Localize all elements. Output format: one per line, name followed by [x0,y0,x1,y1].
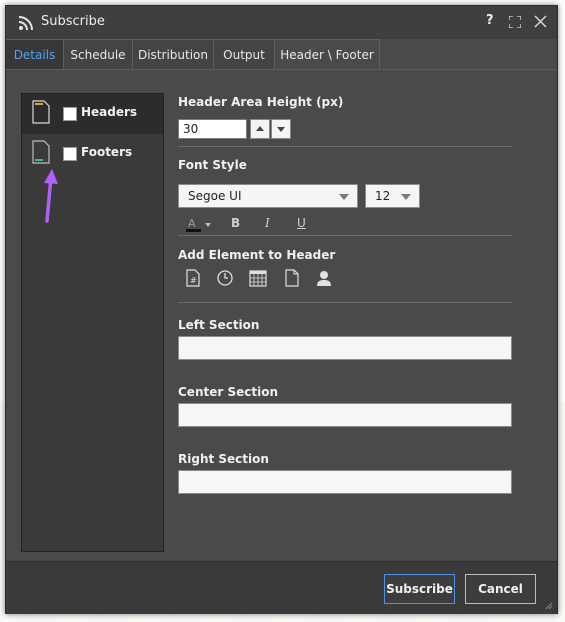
font-family-value: Segoe UI [188,189,242,203]
chevron-down-icon [339,194,349,200]
rss-icon [18,16,33,31]
left-section-label: Left Section [178,318,260,332]
footers-checkbox[interactable] [63,147,77,161]
footer-document-icon [32,140,50,164]
sidebar-item-headers[interactable]: Headers [22,94,163,134]
divider [178,302,512,303]
page-number-icon[interactable]: # [184,269,202,287]
cancel-button[interactable]: Cancel [465,574,536,604]
tab-bar: Details Schedule Distribution Output Hea… [6,39,557,70]
clock-icon[interactable] [216,269,234,287]
tab-details[interactable]: Details [6,39,64,69]
tab-header-footer[interactable]: Header \ Footer [275,39,380,69]
sidebar-item-label: Headers [81,105,138,119]
add-element-label: Add Element to Header [178,248,336,262]
font-family-select[interactable]: Segoe UI [178,184,358,208]
calendar-icon[interactable] [249,269,267,287]
maximize-icon[interactable] [509,16,521,28]
page-icon[interactable] [283,269,301,287]
title-bar: Subscribe ? [6,6,557,39]
bold-button[interactable]: B [231,216,240,230]
font-style-label: Font Style [178,158,247,172]
height-increment-button[interactable] [250,119,270,139]
svg-text:A: A [188,217,196,230]
right-section-input[interactable] [178,470,512,494]
subscribe-dialog: Subscribe ? Details Schedule Distributio… [5,5,558,614]
center-section-label: Center Section [178,385,278,399]
divider [178,146,512,147]
dialog-footer: Subscribe Cancel [6,561,557,614]
window-title: Subscribe [41,14,105,29]
sidebar-item-label: Footers [81,145,133,159]
center-section-input[interactable] [178,403,512,427]
header-area-height-input[interactable]: 30 [178,119,247,139]
font-size-value: 12 [375,189,391,203]
chevron-down-icon [401,194,411,200]
divider [178,235,512,236]
text-color-icon: A [186,217,211,232]
help-button[interactable]: ? [486,13,494,28]
font-size-select[interactable]: 12 [365,184,420,208]
header-area-height-label: Header Area Height (px) [178,95,344,109]
tab-output[interactable]: Output [214,39,275,69]
left-section-input[interactable] [178,336,512,360]
header-footer-list: Headers Footers [21,93,164,552]
close-icon[interactable] [534,15,547,28]
headers-checkbox[interactable] [63,107,77,121]
right-section-label: Right Section [178,452,269,466]
subscribe-button[interactable]: Subscribe [384,574,455,604]
font-color-button[interactable]: A [186,216,214,235]
header-document-icon [32,100,50,124]
tab-schedule[interactable]: Schedule [64,39,133,69]
tab-distribution[interactable]: Distribution [133,39,214,69]
underline-button[interactable]: U [297,216,306,230]
italic-button[interactable]: I [265,216,270,230]
resize-grip-icon[interactable] [545,602,553,610]
user-icon[interactable] [315,269,333,287]
annotation-arrow-icon [44,169,58,223]
svg-text:#: # [190,276,197,285]
height-decrement-button[interactable] [271,119,291,139]
